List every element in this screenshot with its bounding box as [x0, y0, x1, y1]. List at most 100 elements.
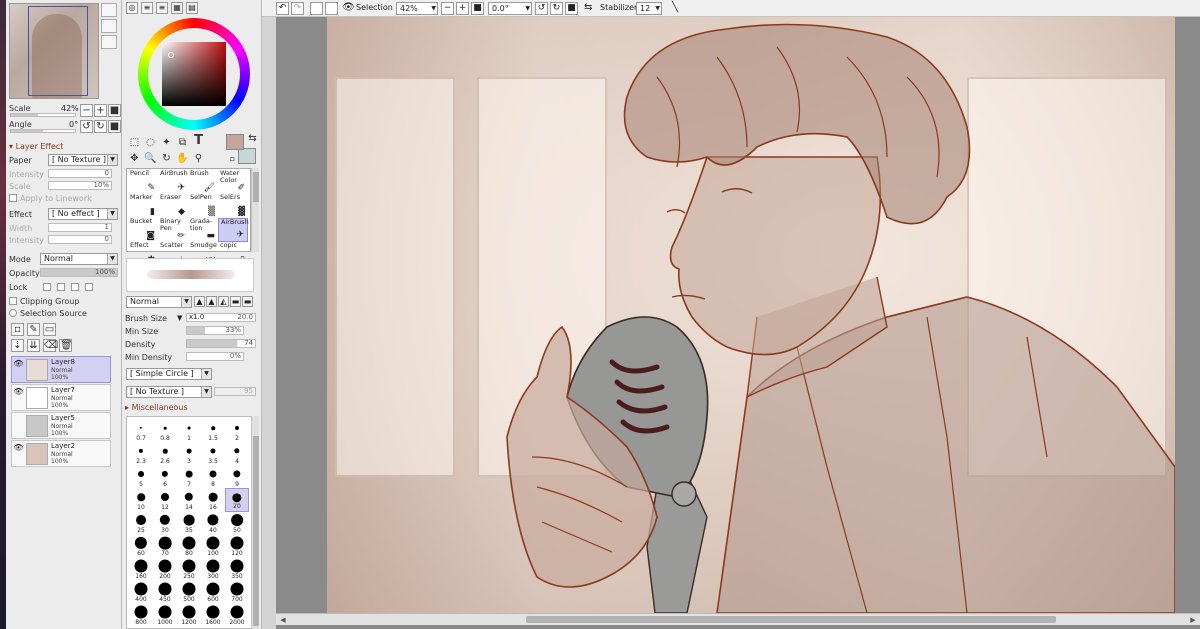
opacity-slider[interactable]: 100%: [40, 268, 118, 277]
brush-tool-5[interactable]: Eraser ◆: [158, 194, 188, 218]
lock-draw-icon[interactable]: [57, 283, 65, 291]
brush-size-preset[interactable]: 70: [153, 534, 177, 558]
swap-colors-icon[interactable]: ⇆: [246, 132, 259, 145]
magic-wand-icon[interactable]: ✦: [160, 136, 173, 149]
intensity-slider[interactable]: 0: [48, 169, 112, 178]
brush-size-preset[interactable]: 2000: [225, 603, 249, 627]
lasso-icon[interactable]: ◌: [144, 136, 157, 149]
secondary-color-swatch[interactable]: [238, 148, 256, 164]
brush-size-preset[interactable]: 2: [225, 419, 249, 443]
edge-hard-icon[interactable]: ▲: [194, 296, 205, 307]
brush-size-preset[interactable]: 600: [201, 580, 225, 604]
min-density-slider[interactable]: 0%: [186, 352, 244, 361]
angle-slider[interactable]: [10, 129, 76, 133]
drawing-canvas[interactable]: [327, 17, 1175, 613]
brush-tool-11[interactable]: AirBrush ✈: [218, 218, 249, 242]
brush-size-preset[interactable]: 6: [153, 465, 177, 489]
brush-size-preset[interactable]: 20: [225, 488, 249, 512]
new-layer-icon[interactable]: ▫: [11, 323, 24, 336]
blend-mode-dropdown[interactable]: Normal ▼: [40, 253, 118, 265]
brush-tool-4[interactable]: Marker ▮: [128, 194, 158, 218]
delete-layer-icon[interactable]: 🗑: [59, 339, 73, 352]
scrollbar-thumb[interactable]: [253, 172, 259, 202]
rotate-right-button[interactable]: ↻: [94, 120, 107, 133]
brush-size-preset[interactable]: 25: [129, 511, 153, 535]
brush-size-preset[interactable]: 14: [177, 488, 201, 512]
deselect-icon[interactable]: [310, 2, 323, 15]
zoom-dropdown[interactable]: 42% ▼: [396, 2, 438, 15]
invert-selection-icon[interactable]: [325, 2, 338, 15]
zoom-icon[interactable]: 🔍: [144, 152, 157, 165]
brush-size-preset[interactable]: 120: [225, 534, 249, 558]
brush-size-preset[interactable]: 500: [177, 580, 201, 604]
rotation-dropdown[interactable]: 0.0° ▼: [488, 2, 532, 15]
brush-size-dropdown-arrow[interactable]: ▼: [177, 314, 182, 322]
brush-size-preset[interactable]: 3: [177, 442, 201, 466]
brush-size-multiplier[interactable]: x1.0: [189, 313, 204, 321]
selection-source-row[interactable]: Selection Source: [9, 307, 118, 319]
transfer-down-icon[interactable]: ⇣: [11, 339, 24, 352]
navigator-view-rect[interactable]: [28, 6, 88, 96]
brush-texture-dropdown[interactable]: [ No Texture ] ▼: [126, 386, 212, 398]
edge-medium-icon[interactable]: ▲: [206, 296, 217, 307]
rotate-left-button[interactable]: ↺: [80, 120, 93, 133]
apply-linework-row[interactable]: Apply to Linework: [9, 192, 118, 204]
clear-layer-icon[interactable]: ⌫: [43, 339, 58, 352]
brush-size-preset[interactable]: 50: [225, 511, 249, 535]
brush-tool-1[interactable]: AirBrush ✈: [158, 170, 188, 194]
navigator-preview[interactable]: [9, 3, 99, 99]
layer-row[interactable]: Layer5 Normal 100%: [11, 412, 111, 439]
brush-size-preset[interactable]: 10: [129, 488, 153, 512]
brush-blend-dropdown[interactable]: Normal ▼: [126, 296, 192, 308]
brush-size-preset[interactable]: 450: [153, 580, 177, 604]
brush-size-preset[interactable]: 350: [225, 557, 249, 581]
brush-size-preset[interactable]: 30: [153, 511, 177, 535]
brush-size-preset[interactable]: 80: [177, 534, 201, 558]
brush-tool-0[interactable]: Pencil ✎: [128, 170, 158, 194]
brush-tool-3[interactable]: Water Color ✐: [218, 170, 248, 194]
nav-button-2[interactable]: [101, 19, 117, 33]
scrollbar-thumb[interactable]: [526, 616, 1056, 623]
rgb-slider-icon[interactable]: ≡: [141, 2, 153, 14]
lock-move-icon[interactable]: [71, 283, 79, 291]
brush-tool-6[interactable]: SelPen ▒: [188, 194, 218, 218]
eye-icon[interactable]: 👁: [13, 386, 24, 397]
scroll-left-icon[interactable]: ◀: [278, 615, 288, 625]
brush-size-preset[interactable]: 1600: [201, 603, 225, 627]
edge-softest-icon[interactable]: ▬: [242, 296, 253, 307]
zoom-out-button[interactable]: −: [80, 104, 93, 117]
swatches-icon[interactable]: ▤: [186, 2, 198, 14]
new-linework-layer-icon[interactable]: ✎: [27, 323, 40, 336]
canvas-horizontal-scrollbar[interactable]: ◀ ▶: [276, 613, 1200, 625]
brush-size-preset[interactable]: 400: [129, 580, 153, 604]
undo-icon[interactable]: ↶: [276, 2, 289, 15]
brush-size-preset[interactable]: 8: [201, 465, 225, 489]
move-icon[interactable]: ✥: [128, 152, 141, 165]
rotate-icon[interactable]: ↻: [160, 152, 173, 165]
stabilizer-dropdown[interactable]: 12 ▼: [636, 2, 662, 15]
miscellaneous-title[interactable]: ▸ Miscellaneous: [125, 403, 188, 412]
brush-size-preset[interactable]: 5: [129, 465, 153, 489]
brush-tool-2[interactable]: Brush 🖌: [188, 170, 218, 194]
brush-size-preset[interactable]: 160: [129, 557, 153, 581]
brush-tool-10[interactable]: Grada-tion ▬: [188, 218, 218, 242]
brush-size-preset[interactable]: 2.3: [129, 442, 153, 466]
brush-grid-scrollbar[interactable]: [251, 168, 259, 252]
color-wheel-mode-icon[interactable]: ◎: [126, 2, 138, 14]
zoom-reset-button[interactable]: ■: [108, 104, 121, 117]
rotate-reset-button[interactable]: ■: [108, 120, 121, 133]
brush-tool-9[interactable]: Binary Pen ✏: [158, 218, 188, 242]
texture-scale-slider[interactable]: 10%: [48, 181, 112, 190]
min-size-slider[interactable]: 33%: [186, 326, 244, 335]
lock-alpha-icon[interactable]: [85, 283, 93, 291]
brush-size-preset[interactable]: 1.5: [201, 419, 225, 443]
brush-size-preset[interactable]: 0.8: [153, 419, 177, 443]
rotate-reset-icon[interactable]: ■: [565, 2, 578, 15]
new-folder-icon[interactable]: ▭: [43, 323, 56, 336]
flip-horizontal-icon[interactable]: ⇆: [584, 2, 592, 15]
layer-row[interactable]: 👁 Layer8 Normal 100%: [11, 356, 111, 383]
edge-soft-icon[interactable]: ◭: [218, 296, 229, 307]
brush-tool-7[interactable]: SelErs ▓: [218, 194, 248, 218]
scroll-right-icon[interactable]: ▶: [1188, 615, 1198, 625]
width-slider[interactable]: 1: [48, 223, 112, 232]
